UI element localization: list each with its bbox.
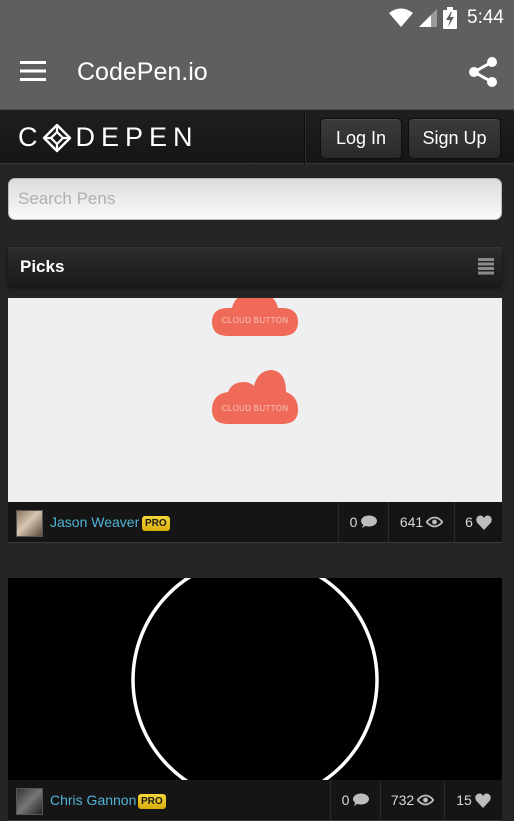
picks-section-header: Picks (8, 247, 502, 285)
pen-preview[interactable]: CLOUD BUTTON CLOUD BUTTON (8, 298, 502, 502)
list-icon[interactable] (478, 258, 494, 275)
signal-icon (419, 9, 438, 27)
comments-stat[interactable]: 0 (338, 502, 388, 542)
likes-stat[interactable]: 15 (444, 780, 502, 820)
views-count: 732 (390, 792, 415, 808)
heart-icon (476, 515, 492, 530)
pen-preview[interactable] (8, 578, 502, 780)
comment-icon (361, 515, 378, 528)
comments-count: 0 (341, 792, 350, 808)
pen-card[interactable]: Chris Gannon PRO 0 732 15 (8, 578, 502, 821)
cloud-button-label: CLOUD BUTTON (221, 316, 289, 325)
cloud-button-preview: CLOUD BUTTON (212, 298, 298, 336)
author-link[interactable]: Chris Gannon (50, 792, 136, 808)
header-divider (304, 110, 306, 164)
views-stat: 641 (388, 502, 454, 542)
pen-card[interactable]: CLOUD BUTTON CLOUD BUTTON Jason Weaver P… (8, 298, 502, 543)
hamburger-menu-icon[interactable] (20, 61, 46, 81)
views-stat: 732 (380, 780, 444, 820)
heart-icon (475, 793, 491, 808)
wifi-icon (389, 8, 414, 27)
status-bar: 5:44 (0, 0, 514, 36)
codepen-cube-icon (42, 123, 71, 152)
codepen-logo[interactable]: C DEPEN (18, 122, 199, 153)
codepen-header: C DEPEN Log In Sign Up (0, 110, 514, 164)
logo-text-c: C (18, 122, 44, 152)
likes-stat[interactable]: 6 (454, 502, 502, 542)
app-bar: CodePen.io (0, 36, 514, 110)
views-count: 641 (399, 514, 424, 530)
circle-outline-shape (131, 578, 379, 780)
pen-meta-bar: Chris Gannon PRO 0 732 15 (8, 780, 502, 821)
eye-icon (417, 794, 435, 806)
app-title: CodePen.io (77, 58, 208, 86)
likes-count: 6 (465, 514, 473, 530)
eye-icon (426, 516, 444, 528)
cloud-shape (212, 370, 298, 424)
pro-badge: PRO (138, 794, 166, 809)
share-icon[interactable] (468, 56, 498, 88)
section-title: Picks (20, 257, 65, 276)
login-button[interactable]: Log In (320, 118, 402, 159)
clock: 5:44 (467, 7, 504, 28)
pen-meta-bar: Jason Weaver PRO 0 641 6 (8, 502, 502, 543)
likes-count: 15 (456, 792, 472, 808)
author-link[interactable]: Jason Weaver (50, 514, 139, 530)
signup-button[interactable]: Sign Up (408, 118, 501, 159)
search-input[interactable] (8, 178, 502, 220)
pro-badge: PRO (142, 516, 170, 531)
battery-charging-icon (443, 7, 458, 29)
avatar[interactable] (16, 788, 43, 815)
cloud-button-label: CLOUD BUTTON (221, 404, 289, 413)
comments-count: 0 (349, 514, 358, 530)
comments-stat[interactable]: 0 (330, 780, 380, 820)
logo-text-depen: DEPEN (75, 122, 199, 152)
avatar[interactable] (16, 510, 43, 537)
cloud-button-preview: CLOUD BUTTON (212, 370, 298, 424)
comment-icon (353, 793, 370, 806)
